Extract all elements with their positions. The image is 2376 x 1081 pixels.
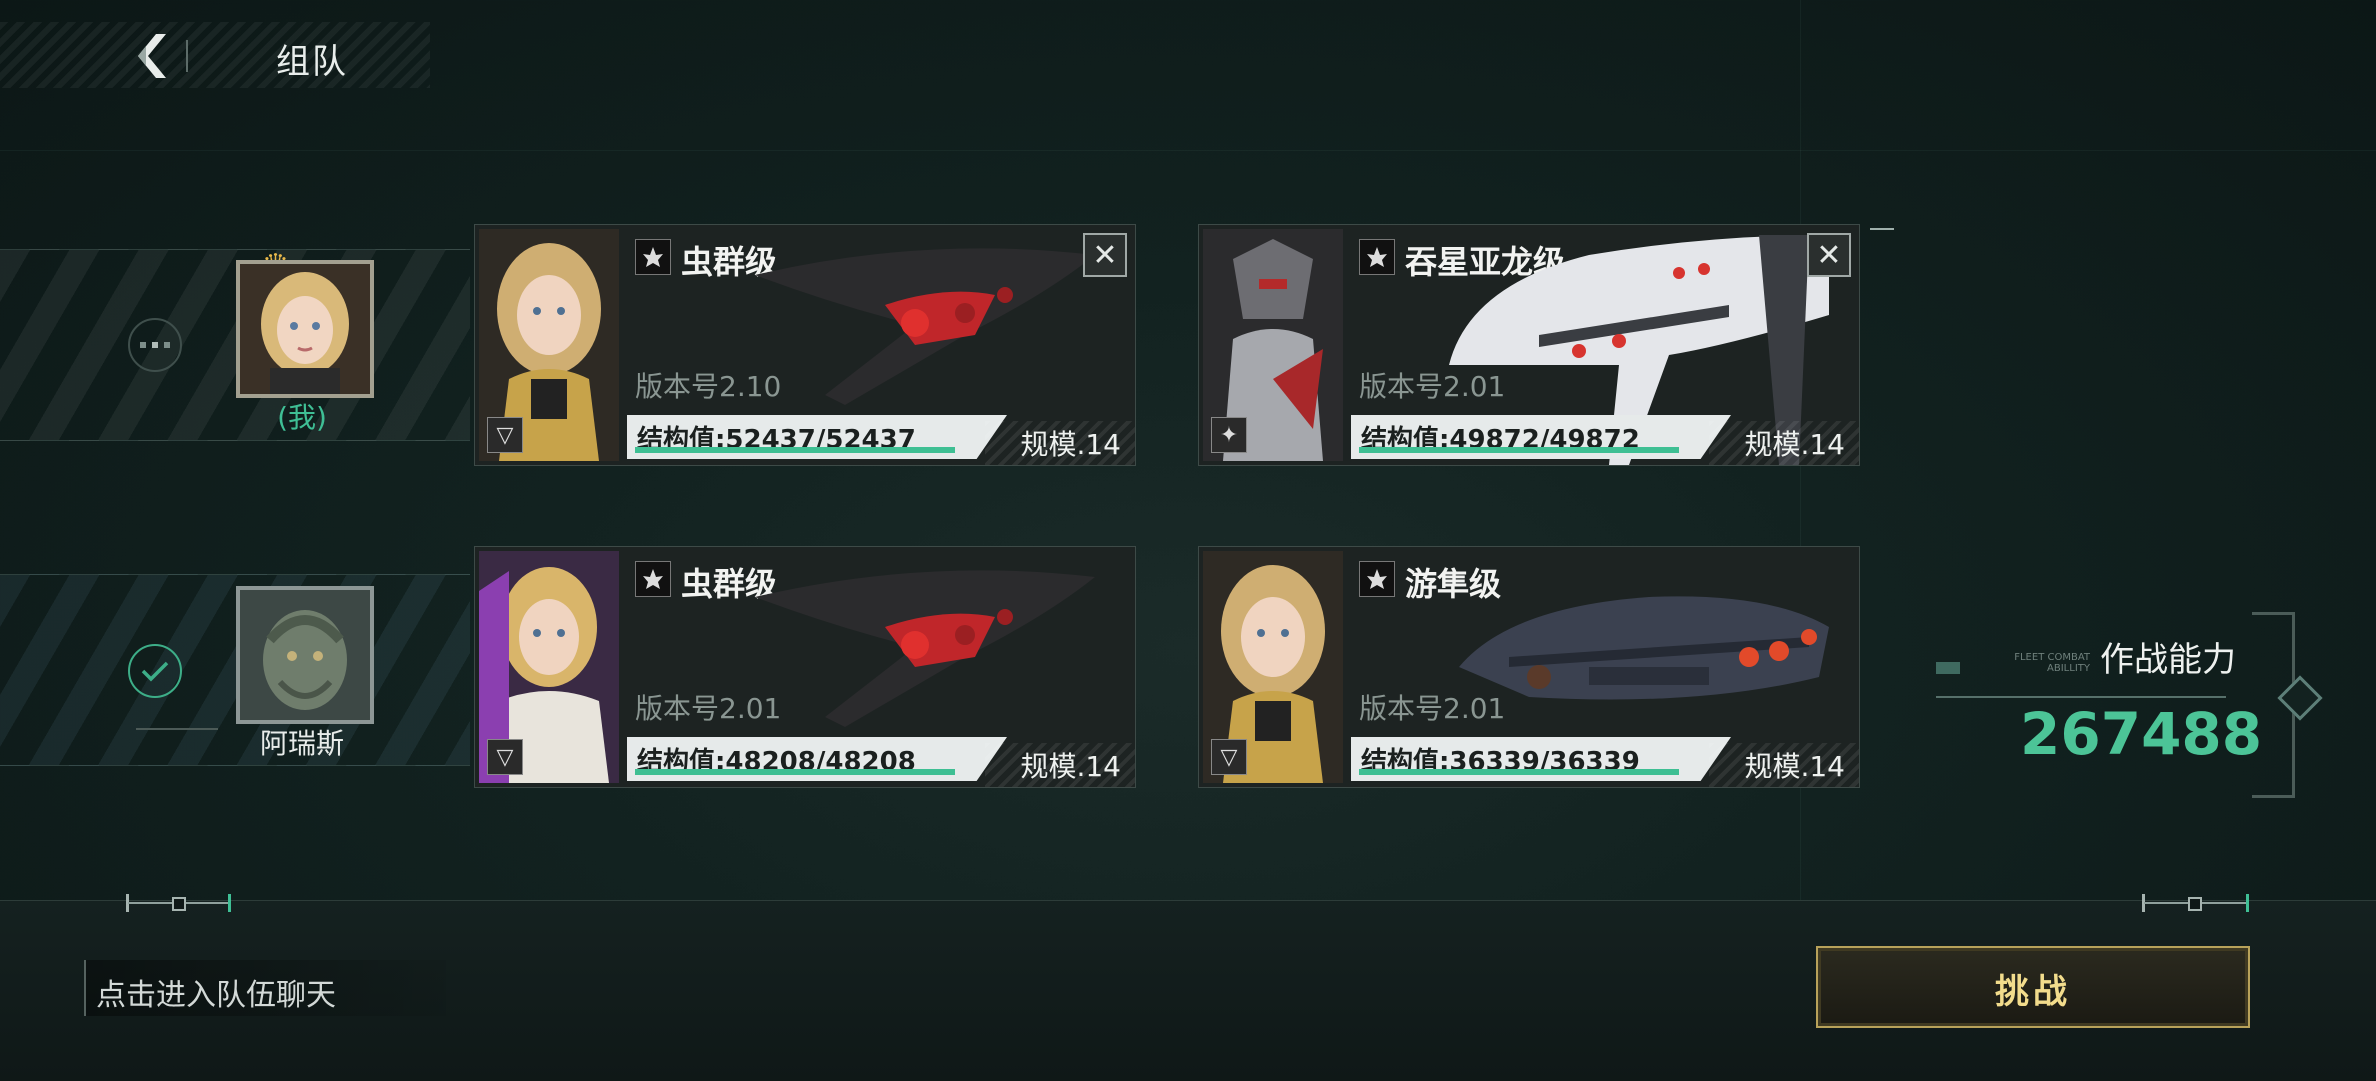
faction-icon bbox=[635, 239, 671, 275]
leader-status-icon bbox=[128, 318, 182, 372]
triangle-icon: ▽ bbox=[1211, 739, 1247, 775]
emblem-icon: ✦ bbox=[1211, 417, 1247, 453]
triangle-icon: ▽ bbox=[487, 739, 523, 775]
captain-portrait: ▽ bbox=[479, 551, 619, 783]
captain-portrait: ▽ bbox=[479, 229, 619, 461]
ship-card[interactable]: ▽ 虫群级 版本号2.10 结构值:52437/52437 规模.14 ✕ bbox=[474, 224, 1136, 466]
team-chat-entry[interactable]: 点击进入队伍聊天 bbox=[84, 960, 446, 1016]
remove-ship-button[interactable]: ✕ bbox=[1083, 233, 1127, 277]
player-name: 阿瑞斯 bbox=[259, 727, 344, 760]
ship-version: 版本号2.10 bbox=[635, 370, 782, 403]
ruler-mark bbox=[172, 897, 186, 911]
faction-icon bbox=[1359, 561, 1395, 597]
check-icon bbox=[128, 644, 182, 698]
page-title: 组队 bbox=[276, 42, 348, 82]
ship-version: 版本号2.01 bbox=[635, 692, 782, 725]
captain-portrait: ▽ bbox=[1203, 551, 1343, 783]
ship-card[interactable]: ▽ 虫群级 版本号2.01 结构值:48208/48208 规模.14 bbox=[474, 546, 1136, 788]
challenge-label: 挑战 bbox=[1995, 972, 2071, 1012]
divider bbox=[186, 40, 188, 72]
challenge-button[interactable]: 挑战 bbox=[1816, 946, 2250, 1028]
triangle-icon: ▽ bbox=[487, 417, 523, 453]
ship-image bbox=[755, 248, 1095, 405]
ship-card[interactable]: ▽ 游隼级 版本号2.01 结构值:36339/36339 规模.14 bbox=[1198, 546, 1860, 788]
faction-icon bbox=[635, 561, 671, 597]
player-avatar[interactable] bbox=[236, 586, 374, 724]
back-button[interactable] bbox=[120, 26, 180, 86]
top-bar bbox=[0, 22, 430, 88]
team-chat-placeholder: 点击进入队伍聊天 bbox=[96, 978, 336, 1013]
structure-fill bbox=[1359, 447, 1679, 453]
combat-ability-value: 267488 bbox=[2020, 700, 2263, 768]
combat-ability-caption: FLEET COMBAT ABILLITY bbox=[2014, 652, 2090, 674]
ship-scale: 规模.14 bbox=[1020, 428, 1121, 461]
ship-image bbox=[755, 570, 1095, 727]
ruler-mark bbox=[2246, 894, 2249, 912]
decor-mark bbox=[1936, 662, 1960, 674]
combat-ability-panel: FLEET COMBAT ABILLITY 作战能力 267488 bbox=[1930, 600, 2263, 780]
ruler-mark bbox=[228, 894, 231, 912]
ruler-mark bbox=[2188, 897, 2202, 911]
corner-mark bbox=[1870, 228, 1894, 230]
backdrop-line bbox=[0, 150, 2376, 151]
ship-image bbox=[1459, 596, 1829, 700]
ship-version: 版本号2.01 bbox=[1359, 692, 1506, 725]
ship-card[interactable]: ✦ 吞星亚龙级 版本号2.01 结构值:49872/49872 规模.14 ✕ bbox=[1198, 224, 1860, 466]
structure-bar: 结构值:48208/48208 bbox=[627, 737, 1007, 781]
structure-bar: 结构值:36339/36339 bbox=[1351, 737, 1731, 781]
player-avatar[interactable] bbox=[236, 260, 374, 398]
back-arrow-icon bbox=[138, 34, 166, 78]
structure-bar: 结构值:49872/49872 bbox=[1351, 415, 1731, 459]
structure-fill bbox=[1359, 769, 1679, 775]
structure-fill bbox=[635, 769, 955, 775]
faction-icon bbox=[1359, 239, 1395, 275]
captain-portrait: ✦ bbox=[1203, 229, 1343, 461]
player-name: (我) bbox=[277, 401, 327, 434]
divider bbox=[1936, 696, 2226, 698]
ship-scale: 规模.14 bbox=[1744, 428, 1845, 461]
remove-ship-button[interactable]: ✕ bbox=[1807, 233, 1851, 277]
ship-scale: 规模.14 bbox=[1744, 750, 1845, 783]
structure-fill bbox=[635, 447, 955, 453]
structure-bar: 结构值:52437/52437 bbox=[627, 415, 1007, 459]
combat-ability-label: 作战能力 bbox=[2100, 640, 2236, 680]
ship-scale: 规模.14 bbox=[1020, 750, 1121, 783]
